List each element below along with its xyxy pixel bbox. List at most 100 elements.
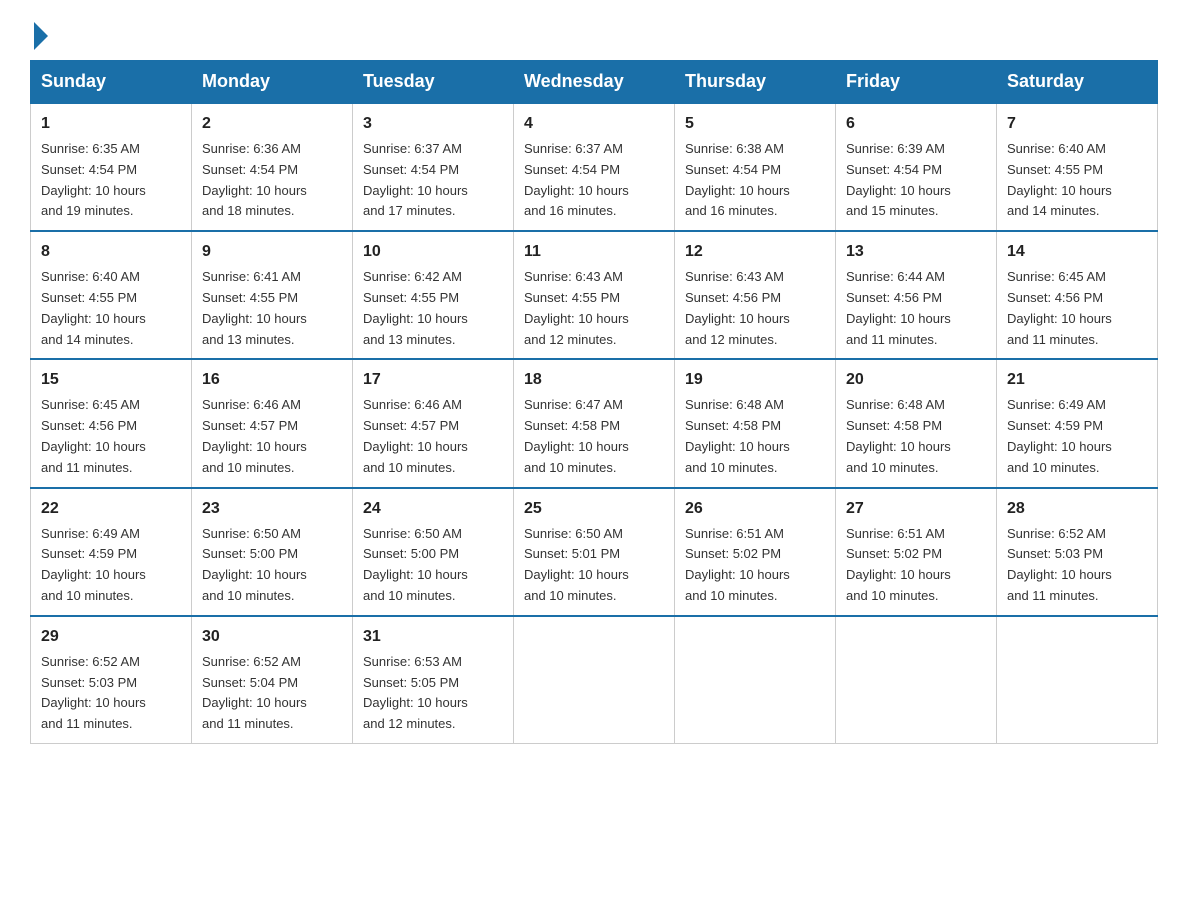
calendar-cell: 8 Sunrise: 6:40 AM Sunset: 4:55 PM Dayli… [31,231,192,359]
day-info: Sunrise: 6:43 AM Sunset: 4:56 PM Dayligh… [685,267,825,350]
day-number: 10 [363,240,503,264]
day-info: Sunrise: 6:35 AM Sunset: 4:54 PM Dayligh… [41,139,181,222]
calendar-cell: 16 Sunrise: 6:46 AM Sunset: 4:57 PM Dayl… [192,359,353,487]
day-info: Sunrise: 6:50 AM Sunset: 5:01 PM Dayligh… [524,524,664,607]
day-number: 22 [41,497,181,521]
calendar-cell: 12 Sunrise: 6:43 AM Sunset: 4:56 PM Dayl… [675,231,836,359]
calendar-cell: 11 Sunrise: 6:43 AM Sunset: 4:55 PM Dayl… [514,231,675,359]
day-info: Sunrise: 6:38 AM Sunset: 4:54 PM Dayligh… [685,139,825,222]
day-info: Sunrise: 6:45 AM Sunset: 4:56 PM Dayligh… [1007,267,1147,350]
calendar-cell: 20 Sunrise: 6:48 AM Sunset: 4:58 PM Dayl… [836,359,997,487]
day-info: Sunrise: 6:40 AM Sunset: 4:55 PM Dayligh… [1007,139,1147,222]
day-number: 18 [524,368,664,392]
header-row: SundayMondayTuesdayWednesdayThursdayFrid… [31,61,1158,104]
day-info: Sunrise: 6:49 AM Sunset: 4:59 PM Dayligh… [1007,395,1147,478]
calendar-cell: 6 Sunrise: 6:39 AM Sunset: 4:54 PM Dayli… [836,103,997,231]
calendar-cell: 28 Sunrise: 6:52 AM Sunset: 5:03 PM Dayl… [997,488,1158,616]
day-info: Sunrise: 6:43 AM Sunset: 4:55 PM Dayligh… [524,267,664,350]
calendar-cell: 2 Sunrise: 6:36 AM Sunset: 4:54 PM Dayli… [192,103,353,231]
day-info: Sunrise: 6:50 AM Sunset: 5:00 PM Dayligh… [363,524,503,607]
calendar-cell [675,616,836,744]
calendar-cell: 27 Sunrise: 6:51 AM Sunset: 5:02 PM Dayl… [836,488,997,616]
calendar-cell: 23 Sunrise: 6:50 AM Sunset: 5:00 PM Dayl… [192,488,353,616]
day-info: Sunrise: 6:39 AM Sunset: 4:54 PM Dayligh… [846,139,986,222]
calendar-cell: 13 Sunrise: 6:44 AM Sunset: 4:56 PM Dayl… [836,231,997,359]
day-number: 25 [524,497,664,521]
calendar-cell: 26 Sunrise: 6:51 AM Sunset: 5:02 PM Dayl… [675,488,836,616]
day-number: 15 [41,368,181,392]
day-info: Sunrise: 6:52 AM Sunset: 5:03 PM Dayligh… [1007,524,1147,607]
calendar-cell: 19 Sunrise: 6:48 AM Sunset: 4:58 PM Dayl… [675,359,836,487]
calendar-cell: 30 Sunrise: 6:52 AM Sunset: 5:04 PM Dayl… [192,616,353,744]
calendar-week-1: 1 Sunrise: 6:35 AM Sunset: 4:54 PM Dayli… [31,103,1158,231]
day-number: 6 [846,112,986,136]
day-info: Sunrise: 6:48 AM Sunset: 4:58 PM Dayligh… [846,395,986,478]
day-number: 17 [363,368,503,392]
page-header [30,20,1158,42]
header-day-saturday: Saturday [997,61,1158,104]
day-number: 2 [202,112,342,136]
calendar-cell: 1 Sunrise: 6:35 AM Sunset: 4:54 PM Dayli… [31,103,192,231]
calendar-cell: 24 Sunrise: 6:50 AM Sunset: 5:00 PM Dayl… [353,488,514,616]
logo [30,20,48,42]
calendar-cell: 25 Sunrise: 6:50 AM Sunset: 5:01 PM Dayl… [514,488,675,616]
calendar-cell: 14 Sunrise: 6:45 AM Sunset: 4:56 PM Dayl… [997,231,1158,359]
day-number: 3 [363,112,503,136]
day-info: Sunrise: 6:37 AM Sunset: 4:54 PM Dayligh… [363,139,503,222]
calendar-cell: 3 Sunrise: 6:37 AM Sunset: 4:54 PM Dayli… [353,103,514,231]
day-number: 19 [685,368,825,392]
day-info: Sunrise: 6:48 AM Sunset: 4:58 PM Dayligh… [685,395,825,478]
day-number: 12 [685,240,825,264]
day-number: 1 [41,112,181,136]
header-day-tuesday: Tuesday [353,61,514,104]
calendar-cell: 4 Sunrise: 6:37 AM Sunset: 4:54 PM Dayli… [514,103,675,231]
day-number: 5 [685,112,825,136]
calendar-cell: 21 Sunrise: 6:49 AM Sunset: 4:59 PM Dayl… [997,359,1158,487]
day-number: 24 [363,497,503,521]
day-number: 8 [41,240,181,264]
day-info: Sunrise: 6:44 AM Sunset: 4:56 PM Dayligh… [846,267,986,350]
calendar-week-2: 8 Sunrise: 6:40 AM Sunset: 4:55 PM Dayli… [31,231,1158,359]
day-number: 20 [846,368,986,392]
day-info: Sunrise: 6:46 AM Sunset: 4:57 PM Dayligh… [363,395,503,478]
calendar-cell: 9 Sunrise: 6:41 AM Sunset: 4:55 PM Dayli… [192,231,353,359]
calendar-body: 1 Sunrise: 6:35 AM Sunset: 4:54 PM Dayli… [31,103,1158,743]
calendar-cell: 22 Sunrise: 6:49 AM Sunset: 4:59 PM Dayl… [31,488,192,616]
calendar-week-4: 22 Sunrise: 6:49 AM Sunset: 4:59 PM Dayl… [31,488,1158,616]
calendar-cell: 10 Sunrise: 6:42 AM Sunset: 4:55 PM Dayl… [353,231,514,359]
calendar-header: SundayMondayTuesdayWednesdayThursdayFrid… [31,61,1158,104]
day-info: Sunrise: 6:52 AM Sunset: 5:04 PM Dayligh… [202,652,342,735]
calendar-cell [514,616,675,744]
day-info: Sunrise: 6:42 AM Sunset: 4:55 PM Dayligh… [363,267,503,350]
day-info: Sunrise: 6:37 AM Sunset: 4:54 PM Dayligh… [524,139,664,222]
header-day-thursday: Thursday [675,61,836,104]
day-info: Sunrise: 6:40 AM Sunset: 4:55 PM Dayligh… [41,267,181,350]
day-number: 21 [1007,368,1147,392]
day-number: 27 [846,497,986,521]
day-number: 29 [41,625,181,649]
day-info: Sunrise: 6:51 AM Sunset: 5:02 PM Dayligh… [685,524,825,607]
calendar-table: SundayMondayTuesdayWednesdayThursdayFrid… [30,60,1158,744]
day-number: 28 [1007,497,1147,521]
calendar-week-5: 29 Sunrise: 6:52 AM Sunset: 5:03 PM Dayl… [31,616,1158,744]
day-info: Sunrise: 6:45 AM Sunset: 4:56 PM Dayligh… [41,395,181,478]
day-info: Sunrise: 6:47 AM Sunset: 4:58 PM Dayligh… [524,395,664,478]
calendar-cell: 5 Sunrise: 6:38 AM Sunset: 4:54 PM Dayli… [675,103,836,231]
day-number: 4 [524,112,664,136]
day-info: Sunrise: 6:41 AM Sunset: 4:55 PM Dayligh… [202,267,342,350]
day-info: Sunrise: 6:51 AM Sunset: 5:02 PM Dayligh… [846,524,986,607]
header-day-sunday: Sunday [31,61,192,104]
day-info: Sunrise: 6:46 AM Sunset: 4:57 PM Dayligh… [202,395,342,478]
day-number: 7 [1007,112,1147,136]
header-day-friday: Friday [836,61,997,104]
day-number: 23 [202,497,342,521]
day-info: Sunrise: 6:52 AM Sunset: 5:03 PM Dayligh… [41,652,181,735]
day-number: 11 [524,240,664,264]
calendar-cell: 7 Sunrise: 6:40 AM Sunset: 4:55 PM Dayli… [997,103,1158,231]
day-number: 14 [1007,240,1147,264]
day-info: Sunrise: 6:36 AM Sunset: 4:54 PM Dayligh… [202,139,342,222]
day-number: 26 [685,497,825,521]
day-number: 30 [202,625,342,649]
calendar-cell [997,616,1158,744]
calendar-week-3: 15 Sunrise: 6:45 AM Sunset: 4:56 PM Dayl… [31,359,1158,487]
